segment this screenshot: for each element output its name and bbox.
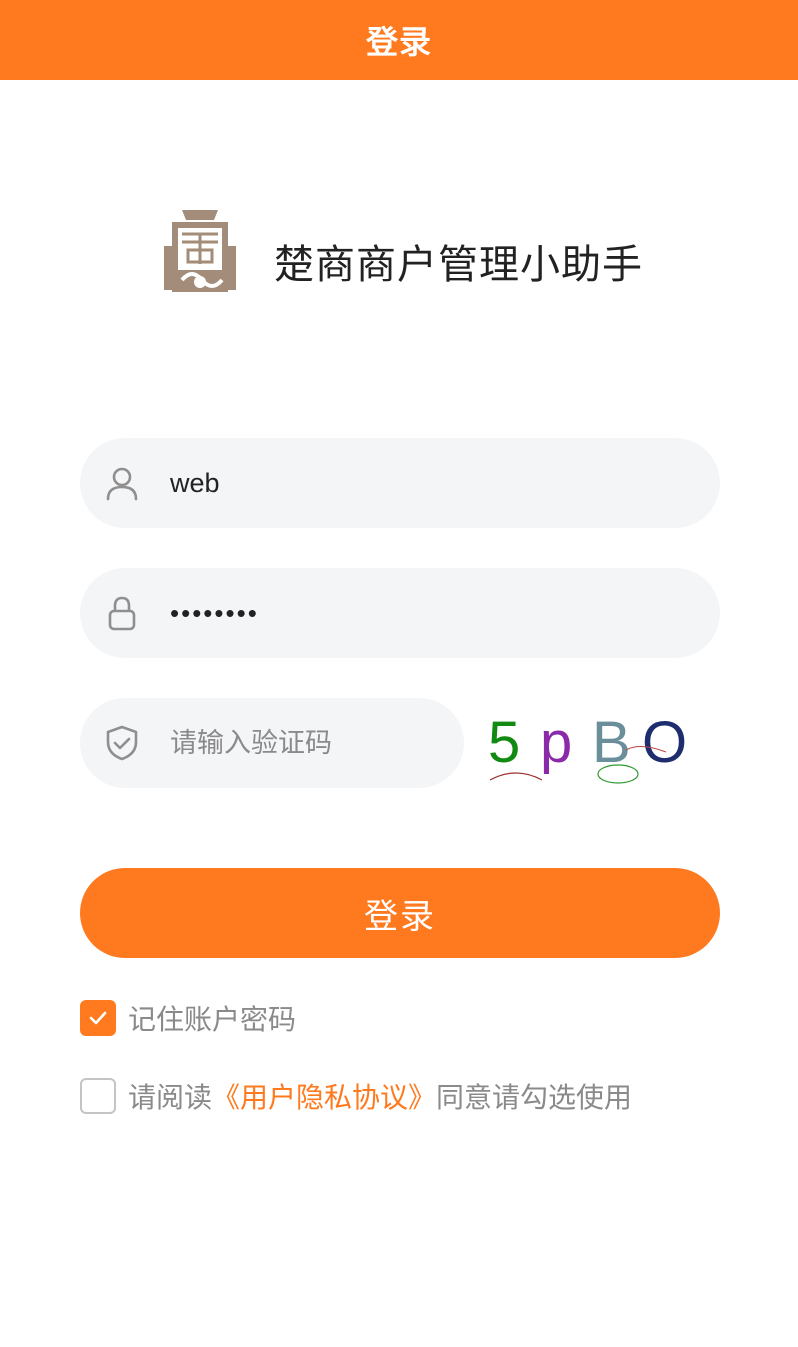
- top-bar: 登录: [0, 0, 798, 80]
- agreement-option[interactable]: 请阅读《用户隐私协议》同意请勾选使用: [80, 1076, 632, 1116]
- page-title: 登录: [365, 23, 432, 61]
- app-name: 楚商商户管理小助手: [274, 242, 643, 288]
- brand-block: 楚商商户管理小助手: [0, 200, 798, 310]
- agreement-label: 请阅读《用户隐私协议》同意请勾选使用: [128, 1076, 632, 1116]
- svg-text:p: p: [540, 712, 572, 775]
- captcha-image[interactable]: 5 p B O: [486, 712, 698, 784]
- remember-password-option[interactable]: 记住账户密码: [80, 998, 296, 1038]
- svg-text:5: 5: [488, 712, 520, 775]
- check-icon: [89, 1011, 107, 1025]
- agreement-prefix: 请阅读: [128, 1081, 213, 1114]
- captcha-field[interactable]: [80, 698, 464, 788]
- agreement-suffix: 同意请勾选使用: [436, 1081, 633, 1114]
- username-input[interactable]: [170, 453, 690, 513]
- captcha-input[interactable]: [170, 713, 434, 773]
- password-input[interactable]: ••••••••: [170, 583, 690, 643]
- remember-checkbox[interactable]: [80, 1000, 116, 1036]
- lock-icon: [108, 596, 136, 631]
- user-icon: [106, 467, 138, 501]
- username-field[interactable]: [80, 438, 720, 528]
- remember-label: 记住账户密码: [128, 1003, 297, 1036]
- privacy-policy-link[interactable]: 《用户隐私协议》: [212, 1081, 436, 1114]
- login-button[interactable]: 登录: [80, 868, 720, 958]
- svg-text:O: O: [642, 712, 687, 775]
- agreement-checkbox[interactable]: [80, 1078, 116, 1114]
- chushang-logo-icon: [164, 210, 236, 292]
- shield-check-icon: [106, 725, 138, 761]
- password-field[interactable]: ••••••••: [80, 568, 720, 658]
